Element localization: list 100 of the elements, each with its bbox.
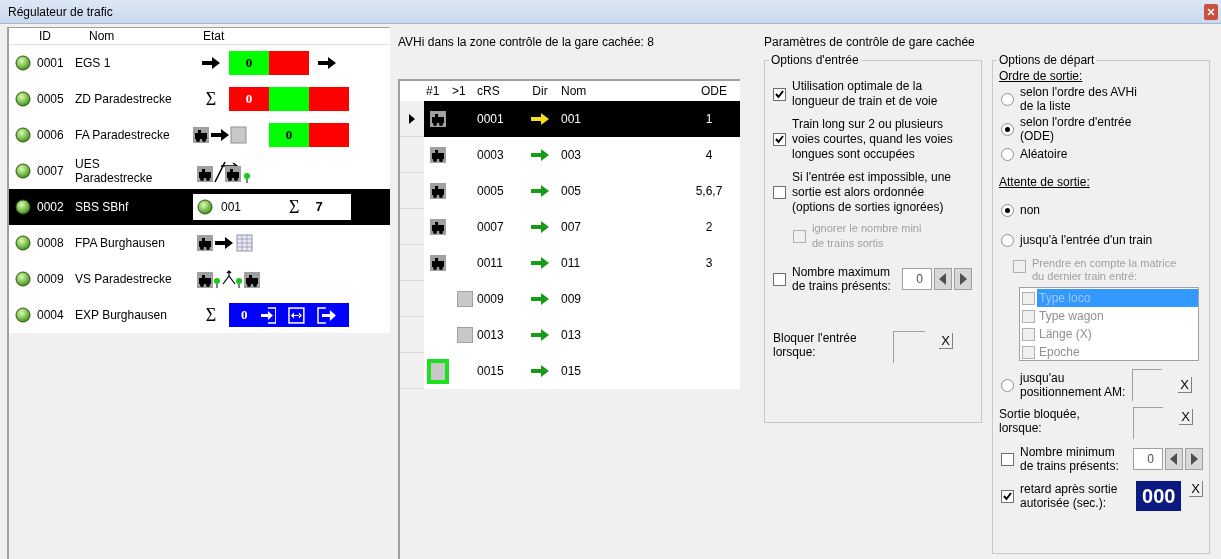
status-led-icon	[15, 91, 31, 107]
option-label: Nombre maximum de trains présents:	[792, 265, 892, 293]
number-field[interactable]: 0	[1133, 448, 1163, 470]
radio-button[interactable]	[1001, 147, 1014, 161]
name-cell-text: 005	[560, 183, 583, 200]
name-cell-text: 009	[560, 291, 583, 308]
crs-cell-text: 0009	[477, 291, 505, 308]
train-row[interactable]: 0015 015	[424, 353, 740, 389]
column-header[interactable]: cRS	[477, 82, 523, 100]
radio-button[interactable]	[1001, 92, 1014, 106]
train-row[interactable]: 0005 005 5,6,7	[424, 173, 740, 209]
station-row[interactable]: 0002 SBS SBhf 001 Σ 7	[9, 189, 390, 225]
status-led-icon	[15, 199, 31, 215]
decrease-button[interactable]	[1165, 448, 1183, 470]
close-icon	[1207, 7, 1215, 16]
name-cell-text: 015	[560, 363, 583, 380]
column-header[interactable]: ID	[9, 27, 75, 45]
increase-button[interactable]	[1185, 448, 1203, 470]
crs-cell-text: 0003	[477, 147, 505, 164]
option-label: jusqu'à l'entrée d'un train	[1020, 232, 1153, 249]
radio-button[interactable]	[1001, 378, 1014, 392]
blocked-field[interactable]	[1133, 407, 1163, 439]
checkbox[interactable]	[773, 87, 786, 101]
column-header[interactable]: Nom	[75, 27, 185, 45]
status-led-icon	[15, 127, 31, 143]
option-label: Aléatoire	[1020, 146, 1068, 163]
arrow-icon	[530, 328, 550, 342]
option-label: non	[1020, 202, 1041, 219]
right-triangle-icon	[1190, 453, 1198, 465]
radio-button[interactable]	[1001, 122, 1014, 136]
train-count: 7	[315, 198, 323, 217]
swap-icon	[288, 306, 306, 324]
column-header[interactable]: Nom	[557, 82, 687, 100]
increase-button[interactable]	[954, 268, 972, 290]
status-led-icon	[15, 307, 31, 323]
group-title: Options d'entrée	[769, 53, 861, 67]
current-row-icon	[409, 113, 415, 124]
checkbox[interactable]	[773, 186, 786, 199]
section-heading: Attente de sortie:	[999, 175, 1091, 189]
clear-button[interactable]: X	[939, 333, 953, 349]
option-label: selon l'ordre d'entrée (ODE)	[1020, 115, 1132, 143]
section-heading: Ordre de sortie:	[999, 69, 1084, 83]
train-row[interactable]: 0007 007 2	[424, 209, 740, 245]
option-label: Si l'entrée est impossible, une sortie est alors ordonnée (options de sorties ignorées)	[792, 170, 952, 215]
station-name: VS Paradestrecke	[74, 272, 173, 286]
clear-button[interactable]: X	[1178, 377, 1192, 393]
train-row[interactable]: 0011 011 3	[424, 245, 740, 281]
sum-symbol: Σ	[205, 303, 217, 327]
station-row[interactable]: 0008 FPA Burghausen	[9, 225, 390, 261]
station-row[interactable]: 0009 VS Paradestrecke	[9, 261, 390, 297]
arrow-icon	[530, 148, 550, 162]
station-id: 0007	[36, 163, 65, 180]
checkbox[interactable]	[1001, 489, 1014, 503]
column-header[interactable]: >1	[452, 82, 477, 100]
radio-button[interactable]	[1001, 203, 1014, 217]
station-row[interactable]: 0004 EXP Burghausen Σ 0	[9, 297, 390, 333]
checkbox[interactable]	[773, 133, 786, 146]
track-number: 001	[221, 199, 243, 216]
ode-cell-text: 2	[704, 219, 714, 236]
station-name: FPA Burghausen	[74, 236, 166, 250]
station-id: 0002	[36, 199, 65, 216]
station-id: 0004	[36, 307, 65, 324]
ode-cell-text: 4	[704, 147, 714, 164]
position-field[interactable]	[1132, 369, 1162, 401]
train-row[interactable]: 0013 013	[424, 317, 740, 353]
clear-button[interactable]: X	[1179, 409, 1193, 425]
status-led-icon	[15, 235, 31, 251]
station-row[interactable]: 0005 ZD Paradestrecke Σ 0	[9, 81, 390, 117]
train-row[interactable]: 0001 001 1	[424, 101, 740, 137]
decrease-button[interactable]	[934, 268, 952, 290]
station-name: UES Paradestrecke	[74, 157, 154, 185]
column-header[interactable]: #1	[426, 82, 452, 100]
column-header[interactable]: Etat	[185, 27, 225, 45]
train-row[interactable]: 0009 009	[424, 281, 740, 317]
exit-count: 0	[241, 306, 248, 325]
arrow-icon	[530, 364, 550, 378]
arrow-icon	[530, 112, 550, 126]
station-id: 0009	[36, 271, 65, 288]
column-header[interactable]: ODE	[687, 82, 727, 100]
status-led-icon	[15, 271, 31, 287]
ode-cell-text: 5,6,7	[694, 183, 724, 200]
name-cell-text: 013	[560, 327, 583, 344]
close-button[interactable]	[1204, 3, 1218, 20]
number-field[interactable]: 0	[902, 268, 932, 290]
arrow-icon	[530, 220, 550, 234]
arrow-icon	[530, 292, 550, 306]
station-row[interactable]: 0001 EGS 1 0	[9, 45, 390, 81]
station-row[interactable]: 0006 FA Paradestrecke 0	[9, 117, 390, 153]
delay-field[interactable]: 000	[1136, 481, 1181, 511]
checkbox[interactable]	[1001, 452, 1014, 466]
bar-segment: 0	[269, 123, 309, 147]
checkbox[interactable]	[773, 272, 786, 286]
right-triangle-icon	[959, 273, 967, 285]
radio-button[interactable]	[1001, 233, 1014, 247]
column-header[interactable]: Dir	[523, 82, 557, 100]
name-cell-text: 003	[560, 147, 583, 164]
train-row[interactable]: 0003 003 4	[424, 137, 740, 173]
crs-cell-text: 0005	[477, 183, 505, 200]
crs-cell-text: 0001	[477, 111, 505, 128]
clear-button[interactable]: X	[1189, 481, 1203, 497]
